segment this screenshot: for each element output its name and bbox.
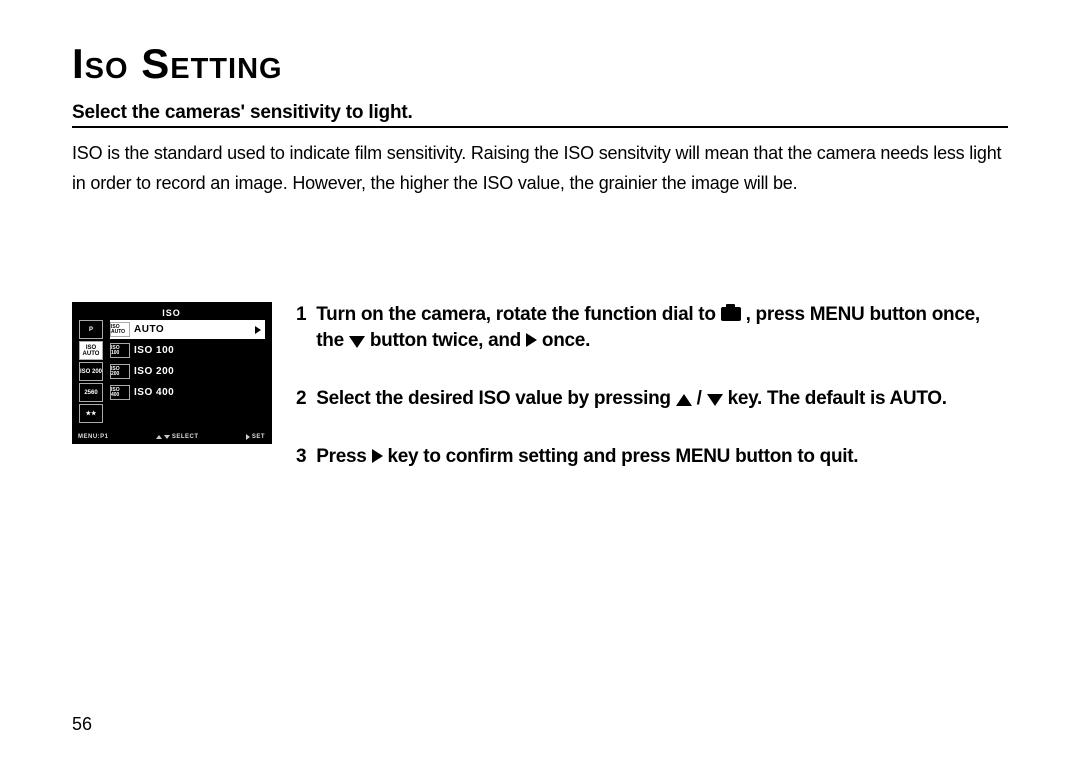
triangle-down-icon [707, 394, 723, 406]
triangle-down-icon [349, 336, 365, 348]
camera-lcd-illustration: ISO P ISO AUTO ISO 200 2560 ★★ ISO AUTO … [72, 302, 272, 444]
triangle-right-icon [255, 326, 261, 334]
lcd-row: ISO AUTO AUTO [110, 320, 265, 339]
triangle-right-icon [372, 449, 383, 463]
step-item: 2 Select the desired ISO value by pressi… [296, 386, 1008, 412]
triangle-up-icon [676, 394, 692, 406]
lcd-row: ISO 200 ISO 200 [110, 362, 265, 381]
lcd-footer: MENU:P1 SELECT SET [78, 431, 265, 440]
lcd-title: ISO [78, 306, 265, 320]
lcd-row: ISO 100 ISO 100 [110, 341, 265, 360]
lcd-left-icon: P [79, 320, 103, 339]
section-subhead: Select the cameras' sensitivity to light… [72, 102, 1008, 128]
step-item: 1 Turn on the camera, rotate the functio… [296, 302, 1008, 354]
lcd-row: ISO 400 ISO 400 [110, 383, 265, 402]
step-item: 3 Press key to confirm setting and press… [296, 444, 1008, 470]
lcd-left-icon: ISO AUTO [79, 341, 103, 360]
instruction-steps: 1 Turn on the camera, rotate the functio… [296, 302, 1008, 502]
lcd-left-icon: 2560 [79, 383, 103, 402]
lcd-left-icon: ★★ [79, 404, 103, 423]
intro-paragraph: ISO is the standard used to indicate fil… [72, 138, 1008, 198]
camera-icon [721, 307, 741, 321]
page-title: Iso Setting [72, 40, 1008, 88]
page-number: 56 [72, 714, 92, 735]
lcd-left-icon: ISO 200 [79, 362, 103, 381]
triangle-right-icon [526, 333, 537, 347]
